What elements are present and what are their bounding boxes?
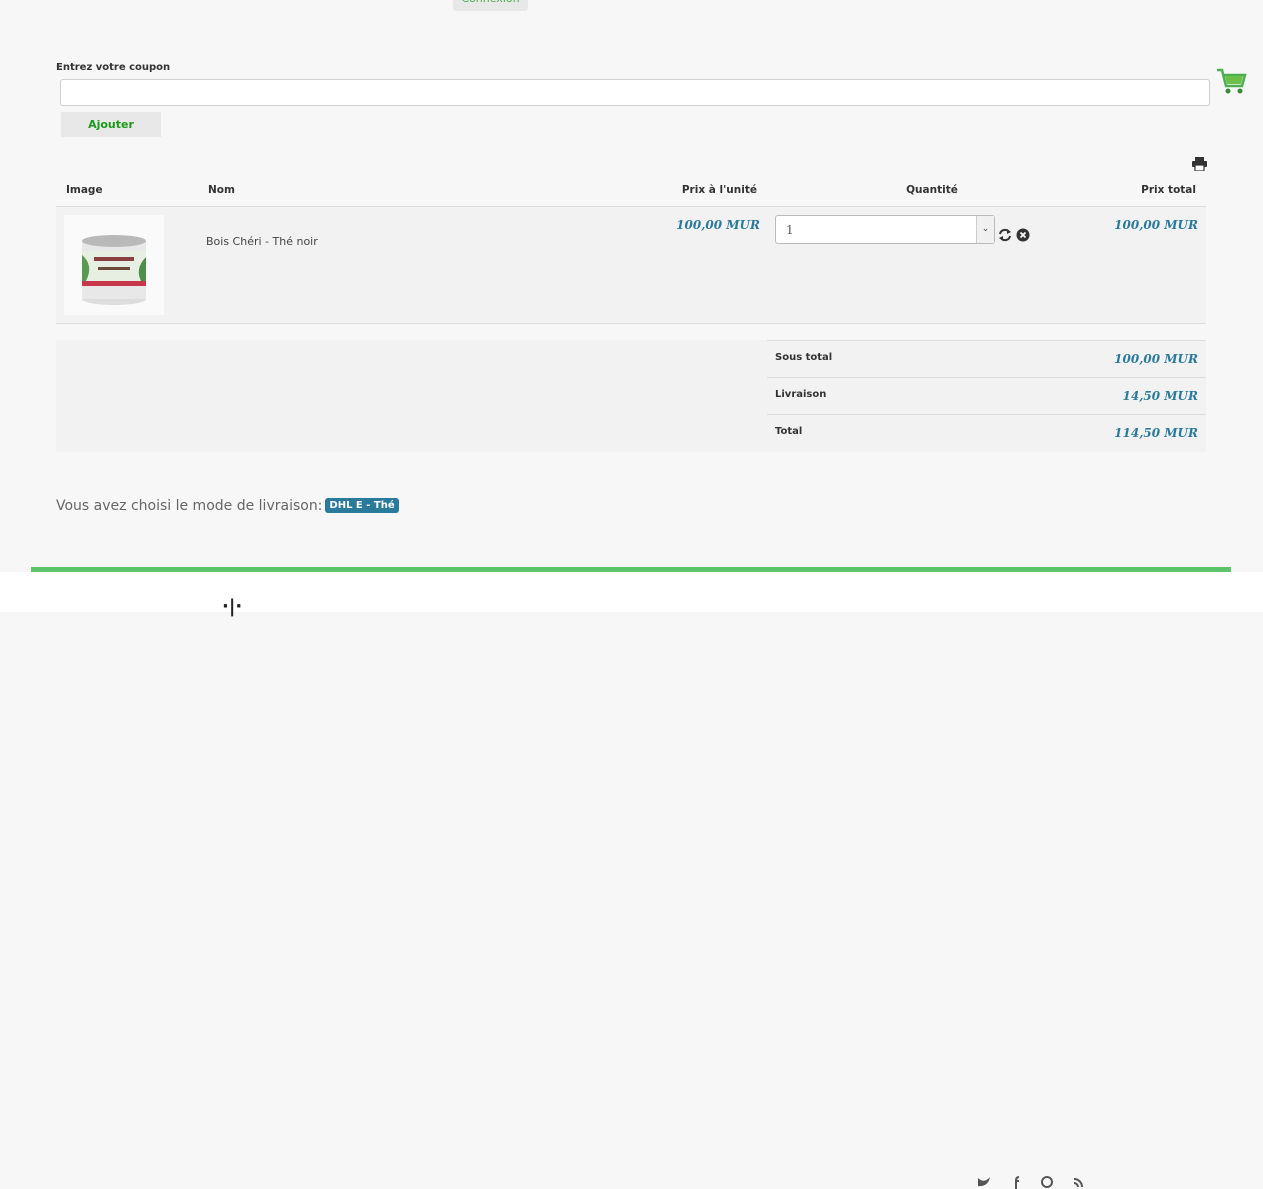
facebook-icon[interactable] <box>1009 1175 1023 1189</box>
shipping-mode-badge: DHL E - Thé <box>325 498 399 513</box>
summary-divider <box>767 377 1206 378</box>
cart-icon[interactable] <box>1215 66 1247 96</box>
quantity-select[interactable]: 1 ⌄ <box>775 215 995 244</box>
row-total-price: 100,00 MUR <box>1114 218 1198 232</box>
column-header-quantity: Quantité <box>906 184 958 196</box>
summary-divider <box>767 414 1206 415</box>
row-divider <box>56 323 1206 324</box>
product-name[interactable]: Bois Chéri - Thé noir <box>206 235 318 248</box>
subtotal-label: Sous total <box>775 352 833 363</box>
column-header-name: Nom <box>208 184 235 196</box>
shipping-mode-text: Vous avez choisi le mode de livraison: DH… <box>56 498 399 514</box>
refresh-icon[interactable] <box>998 228 1012 242</box>
table-row <box>56 207 1206 323</box>
remove-circle-icon[interactable] <box>1016 228 1030 242</box>
unit-price: 100,00 MUR <box>676 218 760 232</box>
printer-icon[interactable] <box>1192 157 1207 171</box>
footer-logo-fragment: ·|· <box>222 596 243 617</box>
chevron-down-icon[interactable]: ⌄ <box>976 216 994 243</box>
column-header-total-price: Prix total <box>1141 184 1196 196</box>
twitter-icon[interactable] <box>977 1175 991 1189</box>
rss-icon[interactable] <box>1072 1175 1086 1189</box>
login-button[interactable]: Connexion <box>453 0 528 11</box>
coupon-input[interactable] <box>60 79 1210 106</box>
column-header-image: Image <box>66 184 103 196</box>
quantity-value: 1 <box>786 223 794 237</box>
add-coupon-button[interactable]: Ajouter <box>61 112 161 137</box>
product-image[interactable] <box>64 215 164 315</box>
google-plus-icon[interactable] <box>1040 1175 1054 1189</box>
shipping-mode-label: Vous avez choisi le mode de livraison: <box>56 498 323 514</box>
coupon-label: Entrez votre coupon <box>56 62 171 73</box>
summary-divider <box>767 340 1206 341</box>
total-label: Total <box>775 426 803 437</box>
subtotal-value: 100,00 MUR <box>1114 352 1198 366</box>
shipping-value: 14,50 MUR <box>1122 389 1198 403</box>
summary-panel <box>56 340 1206 452</box>
shipping-label: Livraison <box>775 389 827 400</box>
column-header-unit-price: Prix à l'unité <box>681 184 757 196</box>
total-value: 114,50 MUR <box>1114 426 1198 440</box>
footer: ·|· <box>0 572 1263 1189</box>
